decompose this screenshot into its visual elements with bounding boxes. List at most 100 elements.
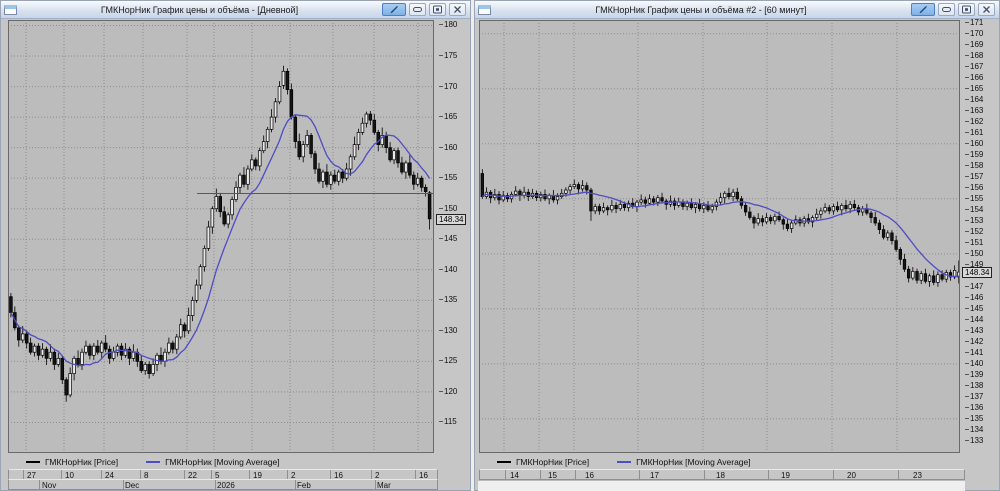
price-axis: 133 134 135 136 137 138 139 140 141 142 143 144 145 1… xyxy=(963,17,997,453)
draw-tool-button[interactable] xyxy=(911,3,935,16)
price-axis-tick: 180 xyxy=(438,20,458,30)
daily-chart-canvas[interactable] xyxy=(8,20,434,453)
price-axis-tick: 170 xyxy=(964,28,984,38)
price-axis-tick: 136 xyxy=(964,402,984,412)
chart-window-hourly: ГМКНорНик График цены и объёма #2 - [60 … xyxy=(474,0,1000,491)
close-icon xyxy=(453,2,462,17)
price-axis-tick: 158 xyxy=(964,160,984,170)
price-axis-tick: 155 xyxy=(438,173,458,183)
last-price-label: 148.34 xyxy=(436,213,467,225)
price-line-swatch xyxy=(497,460,511,463)
time-axis-tick: Nov xyxy=(42,481,57,490)
price-axis-tick: 166 xyxy=(964,72,984,82)
time-axis-empty-row xyxy=(478,480,965,491)
ma-line-swatch xyxy=(617,460,632,463)
window-titlebar[interactable]: ГМКНорНик График цены и объёма #2 - [60 … xyxy=(475,1,999,19)
price-axis-tick: 155 xyxy=(964,193,984,203)
price-axis-tick: 137 xyxy=(964,391,984,401)
price-axis-tick: 154 xyxy=(964,204,984,214)
time-axis-tick: 15 xyxy=(548,471,557,480)
price-axis-tick: 141 xyxy=(964,347,984,357)
time-axis-tick: 19 xyxy=(781,471,790,480)
chart-window-icon xyxy=(4,4,17,15)
hourly-chart-canvas[interactable] xyxy=(479,20,960,453)
draw-tool-icon xyxy=(389,2,400,17)
price-axis-tick: 130 xyxy=(438,325,458,335)
price-axis-tick: 134 xyxy=(964,424,984,434)
window-title: ГМКНорНик График цены и объёма #2 - [60 … xyxy=(595,4,807,15)
price-axis-tick: 146 xyxy=(964,292,984,302)
legend-ma-label: ГМКНорНик [Moving Average] xyxy=(165,456,280,467)
time-axis-row: Nov Dec 2026 Feb Mar xyxy=(8,479,438,490)
price-axis-tick: 169 xyxy=(964,39,984,49)
ma-line-swatch xyxy=(146,460,161,463)
price-axis-tick: 140 xyxy=(438,264,458,274)
close-button[interactable] xyxy=(978,3,995,16)
price-axis-tick: 161 xyxy=(964,127,984,137)
minimize-icon xyxy=(412,2,423,17)
draw-tool-icon xyxy=(918,2,929,17)
time-axis-tick: 2026 xyxy=(217,481,235,490)
restore-icon xyxy=(961,2,972,17)
legend-ma-label: ГМКНорНик [Moving Average] xyxy=(636,456,751,467)
time-axis-tick: 16 xyxy=(585,471,594,480)
price-axis-tick: 150 xyxy=(438,203,458,213)
price-axis-tick: 143 xyxy=(964,325,984,335)
time-axis-tick: Dec xyxy=(125,481,140,490)
price-axis-tick: 135 xyxy=(438,295,458,305)
time-axis: 14 15 16 17 18 19 20 23 xyxy=(479,469,965,480)
price-axis-tick: 139 xyxy=(964,369,984,379)
price-axis-tick: 145 xyxy=(438,234,458,244)
window-title: ГМКНорНик График цены и объёма - [Дневно… xyxy=(100,4,299,15)
legend-price-label: ГМКНорНик [Price] xyxy=(45,456,119,467)
price-axis-tick: 164 xyxy=(964,94,984,104)
price-axis-tick: 171 xyxy=(964,17,984,27)
time-axis-tick: Feb xyxy=(297,481,311,490)
time-axis-tick: 20 xyxy=(847,471,856,480)
legend-price-label: ГМКНорНик [Price] xyxy=(516,456,590,467)
chart-window-icon xyxy=(478,4,491,15)
time-axis-tick: 17 xyxy=(650,471,659,480)
price-axis-tick: 156 xyxy=(964,182,984,192)
price-axis-tick: 165 xyxy=(438,112,458,122)
restore-icon xyxy=(432,2,443,17)
price-axis-tick: 115 xyxy=(439,417,457,427)
minimize-button[interactable] xyxy=(409,3,426,16)
chart-legend: ГМКНорНик [Price] ГМКНорНик [Moving Aver… xyxy=(8,455,438,468)
last-price-label: 148.34 xyxy=(962,267,993,279)
restore-button[interactable] xyxy=(429,3,446,16)
price-axis-tick: 152 xyxy=(964,226,984,236)
price-axis-tick: 163 xyxy=(964,105,984,115)
price-axis-tick: 135 xyxy=(964,413,984,423)
minimize-icon xyxy=(941,2,952,17)
price-axis-tick: 157 xyxy=(964,171,984,181)
window-titlebar[interactable]: ГМКНорНик График цены и объёма - [Дневно… xyxy=(1,1,470,19)
price-axis-tick: 175 xyxy=(438,51,458,61)
time-axis-row: 14 15 16 17 18 19 20 23 xyxy=(479,469,965,480)
time-axis-tick: 14 xyxy=(510,471,519,480)
price-axis-tick: 165 xyxy=(964,83,984,93)
price-axis-tick: 138 xyxy=(964,380,984,390)
price-axis-tick: 162 xyxy=(964,116,984,126)
mdi-workspace: ГМКНорНик График цены и объёма - [Дневно… xyxy=(0,0,1000,491)
restore-button[interactable] xyxy=(958,3,975,16)
price-axis-tick: 168 xyxy=(964,50,984,60)
price-axis-tick: 170 xyxy=(438,81,458,91)
price-axis-tick: 160 xyxy=(438,142,458,152)
price-axis-tick: 133 xyxy=(964,435,984,445)
price-axis-tick: 153 xyxy=(964,215,984,225)
price-axis-tick: 140 xyxy=(964,358,984,368)
price-axis-tick: 159 xyxy=(964,149,984,159)
price-axis-tick: 147 xyxy=(964,281,984,291)
price-axis-tick: 167 xyxy=(964,61,984,71)
price-axis: 115 120 125 130 135 140 145 150 155 160 165 170 175 1… xyxy=(437,20,471,453)
time-axis-tick: 18 xyxy=(716,471,725,480)
price-axis-tick: 125 xyxy=(438,356,458,366)
price-axis-tick: 151 xyxy=(964,237,984,247)
price-axis-tick: 150 xyxy=(964,248,984,258)
draw-tool-button[interactable] xyxy=(382,3,406,16)
time-axis: 27 10 24 8 22 5 19 2 16 2 16 Nov Dec 2026 Feb Mar xyxy=(8,469,438,490)
close-button[interactable] xyxy=(449,3,466,16)
chart-legend: ГМКНорНик [Price] ГМКНорНик [Moving Aver… xyxy=(479,455,965,468)
minimize-button[interactable] xyxy=(938,3,955,16)
